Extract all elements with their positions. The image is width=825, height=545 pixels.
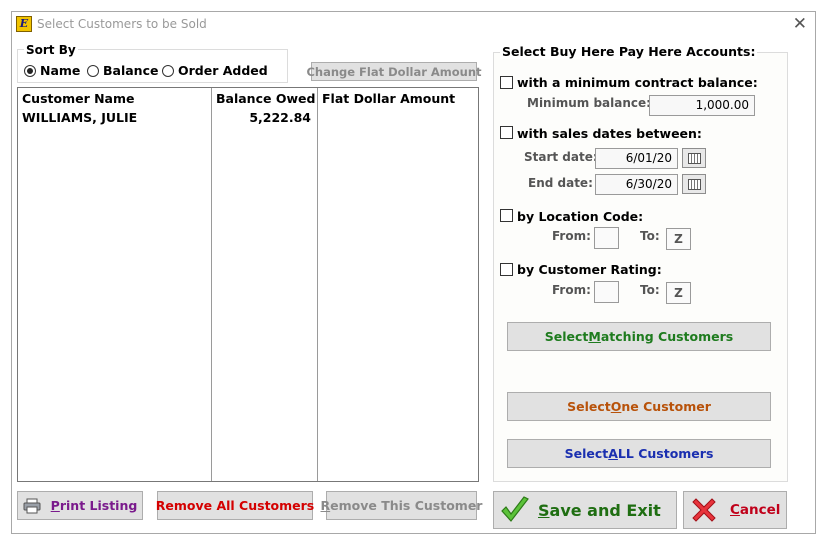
- customer-table[interactable]: Customer Name Balance Owed Flat Dollar A…: [17, 87, 479, 482]
- checkmark-icon: [501, 496, 529, 522]
- rating-from-input[interactable]: [594, 281, 619, 303]
- cancel-button[interactable]: Cancel: [683, 491, 787, 529]
- close-icon[interactable]: ✕: [793, 14, 807, 34]
- location-from-label: From:: [552, 229, 591, 243]
- print-listing-button[interactable]: Print Listing: [17, 491, 143, 520]
- end-date-label: End date:: [528, 176, 593, 190]
- radio-name[interactable]: [24, 65, 36, 77]
- location-to-label: To:: [640, 229, 660, 243]
- save-and-exit-button[interactable]: Save and Exit: [493, 491, 677, 529]
- window-title: Select Customers to be Sold: [37, 17, 207, 31]
- min-balance-label: Minimum balance:: [527, 96, 651, 110]
- location-from-input[interactable]: [594, 227, 619, 249]
- header-flat-dollar-amount[interactable]: Flat Dollar Amount: [322, 91, 455, 106]
- start-date-label: Start date:: [524, 150, 598, 164]
- column-balance-owed: [212, 88, 318, 481]
- rating-to-label: To:: [640, 283, 660, 297]
- title-bar: E Select Customers to be Sold ✕: [12, 12, 815, 36]
- customer-rating-checkbox-label: by Customer Rating:: [517, 262, 662, 277]
- change-flat-dollar-button[interactable]: Change Flat Dollar Amount: [306, 62, 482, 81]
- sort-option-balance[interactable]: Balance: [87, 63, 158, 78]
- end-date-calendar-icon[interactable]: [682, 174, 706, 194]
- min-balance-checkbox[interactable]: [500, 76, 513, 89]
- end-date-input[interactable]: 6/30/20: [595, 174, 678, 195]
- min-balance-input[interactable]: 1,000.00: [649, 95, 755, 116]
- sort-by-label: Sort By: [24, 43, 78, 57]
- sales-dates-checkbox[interactable]: [500, 126, 513, 139]
- sales-dates-checkbox-label: with sales dates between:: [517, 126, 702, 141]
- start-date-input[interactable]: 6/01/20: [595, 148, 678, 169]
- location-code-checkbox-label: by Location Code:: [517, 209, 644, 224]
- header-balance-owed[interactable]: Balance Owed: [216, 91, 315, 106]
- dialog-window: E Select Customers to be Sold ✕ Sort By …: [11, 11, 816, 534]
- location-to-input[interactable]: Z: [666, 228, 691, 250]
- app-logo-icon: E: [16, 16, 32, 32]
- radio-balance[interactable]: [87, 65, 99, 77]
- sort-option-name[interactable]: Name: [24, 63, 80, 78]
- column-customer-name: [18, 88, 212, 481]
- select-all-customers-button[interactable]: Select A LL Customers: [507, 439, 771, 468]
- select-one-customer-button[interactable]: Select One Customer: [507, 392, 771, 421]
- printer-icon: [23, 498, 41, 513]
- start-date-calendar-icon[interactable]: [682, 148, 706, 168]
- filter-heading: Select Buy Here Pay Here Accounts:: [500, 44, 758, 59]
- header-customer-name[interactable]: Customer Name: [22, 91, 135, 106]
- radio-order-added[interactable]: [162, 65, 174, 77]
- red-x-icon: [692, 498, 716, 522]
- select-matching-customers-button[interactable]: Select Matching Customers: [507, 322, 771, 351]
- customer-rating-checkbox[interactable]: [500, 263, 513, 276]
- rating-from-label: From:: [552, 283, 591, 297]
- sort-option-order-added[interactable]: Order Added: [162, 63, 268, 78]
- location-code-checkbox[interactable]: [500, 209, 513, 222]
- remove-all-customers-button[interactable]: Remove All Customers: [156, 491, 314, 520]
- rating-to-input[interactable]: Z: [666, 282, 691, 304]
- row-customer-name[interactable]: WILLIAMS, JULIE: [22, 110, 137, 125]
- min-balance-checkbox-label: with a minimum contract balance:: [517, 75, 758, 90]
- row-balance-owed[interactable]: 5,222.84: [216, 110, 311, 125]
- remove-this-customer-button[interactable]: Remove This Customer: [321, 491, 482, 520]
